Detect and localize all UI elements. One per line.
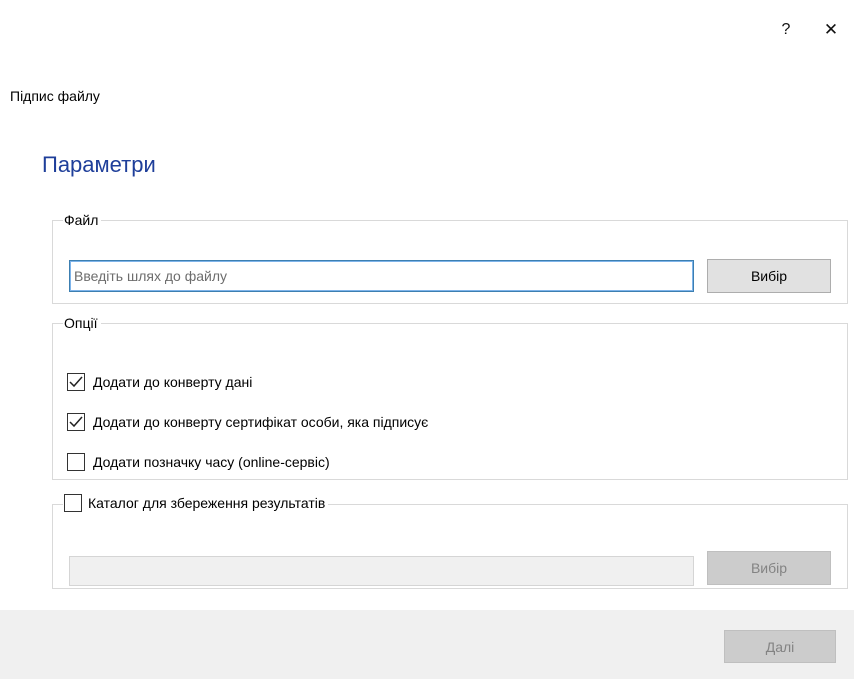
check-icon: [69, 416, 83, 428]
check-icon: [69, 376, 83, 388]
next-button: Далі: [724, 630, 836, 663]
option-label: Додати до конверту сертифікат особи, яка…: [93, 414, 429, 430]
file-browse-button[interactable]: Вибір: [707, 259, 831, 293]
options-group: Опції Додати до конверту дані Додати до …: [52, 315, 848, 480]
file-path-input[interactable]: [69, 260, 694, 292]
option-add-certificate-checkbox[interactable]: [67, 413, 85, 431]
catalog-label: Каталог для збереження результатів: [88, 495, 326, 511]
title-bar-controls: ? ✕: [764, 10, 854, 50]
catalog-toggle[interactable]: Каталог для збереження результатів: [64, 494, 325, 512]
help-button[interactable]: ?: [764, 10, 808, 50]
file-group: Файл Вибір: [52, 212, 848, 304]
catalog-path-input: [69, 556, 694, 586]
catalog-group: Каталог для збереження результатів Вибір: [52, 494, 848, 589]
option-label: Додати до конверту дані: [93, 374, 253, 390]
catalog-group-legend: Каталог для збереження результатів: [63, 494, 328, 515]
option-label: Додати позначку часу (online-сервіс): [93, 454, 330, 470]
option-add-data-checkbox[interactable]: [67, 373, 85, 391]
options-group-legend: Опції: [64, 315, 98, 331]
catalog-browse-button: Вибір: [707, 551, 831, 585]
close-button[interactable]: ✕: [808, 10, 854, 50]
catalog-checkbox[interactable]: [64, 494, 82, 512]
close-icon: ✕: [823, 20, 839, 39]
help-icon: ?: [781, 21, 791, 38]
option-add-certificate[interactable]: Додати до конверту сертифікат особи, яка…: [67, 413, 428, 431]
footer-bar: Далі: [0, 610, 854, 679]
dialog-title: Підпис файлу: [10, 88, 100, 104]
section-title: Параметри: [42, 152, 156, 177]
option-add-timestamp[interactable]: Додати позначку часу (online-сервіс): [67, 453, 330, 471]
file-group-legend: Файл: [64, 212, 99, 228]
option-add-timestamp-checkbox[interactable]: [67, 453, 85, 471]
option-add-data[interactable]: Додати до конверту дані: [67, 373, 252, 391]
